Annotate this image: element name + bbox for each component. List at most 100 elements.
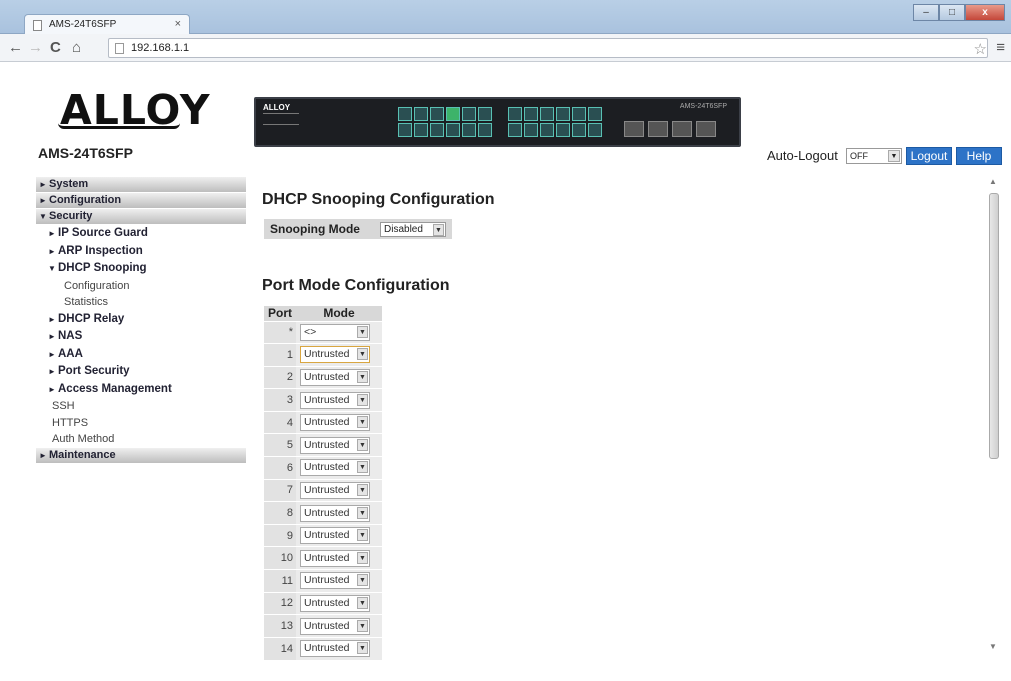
sidebar-item-https[interactable]: HTTPS (36, 415, 246, 432)
sidebar-item-ssh[interactable]: SSH (36, 398, 246, 415)
port-mode-select[interactable]: Untrusted ▼ (300, 504, 370, 522)
browser-menu-icon[interactable]: ≡ (996, 39, 1005, 56)
snooping-mode-select[interactable]: Disabled ▼ (380, 222, 446, 237)
maximize-button[interactable]: □ (939, 4, 965, 21)
alloy-logo: ALLOY (58, 89, 210, 131)
port-mode-cell: Untrusted ▼ (296, 591, 382, 615)
table-row: 10 Untrusted ▼ (264, 546, 382, 570)
port-mode-select[interactable]: Untrusted ▼ (300, 549, 370, 567)
url-bar[interactable]: 192.168.1.1 (108, 38, 988, 58)
sidebar-item-arp-inspection[interactable]: ► ARP Inspection (36, 243, 246, 261)
port-mode-cell: Untrusted ▼ (296, 456, 382, 480)
chevron-down-icon: ▼ (357, 642, 368, 655)
port-number: * (264, 320, 296, 344)
sidebar-item-security[interactable]: ▼ Security (36, 209, 246, 224)
port-mode-select[interactable]: <> ▼ (300, 323, 370, 341)
sidebar-item-ip-source-guard[interactable]: ► IP Source Guard (36, 225, 246, 243)
sidebar-item-dhcp-statistics[interactable]: Statistics (36, 294, 246, 311)
port-number: 1 (264, 343, 296, 367)
sidebar-item-maintenance[interactable]: ► Maintenance (36, 447, 246, 463)
help-button[interactable]: Help (956, 147, 1002, 165)
sidebar-item-configuration[interactable]: ► Configuration (36, 193, 246, 208)
switch-port (572, 123, 586, 137)
switch-port (414, 107, 428, 121)
switch-port (508, 107, 522, 121)
back-arrow-icon[interactable]: ← (8, 39, 23, 57)
sidebar-item-dhcp-configuration[interactable]: Configuration (36, 278, 246, 295)
sidebar-item-label: AAA (58, 347, 83, 360)
port-mode-title: Port Mode Configuration (262, 277, 450, 294)
sidebar-item-dhcp-relay[interactable]: ► DHCP Relay (36, 311, 246, 329)
table-row: 8 Untrusted ▼ (264, 501, 382, 525)
chevron-down-icon: ▼ (357, 438, 368, 451)
port-mode-select[interactable]: Untrusted ▼ (300, 391, 370, 409)
port-mode-select[interactable]: Untrusted ▼ (300, 368, 370, 386)
minimize-button[interactable]: – (913, 4, 939, 21)
sidebar-item-dhcp-snooping[interactable]: ▼ DHCP Snooping (36, 260, 246, 278)
sidebar-nav: ► System ► Configuration ▼ Security ► IP Sou… (36, 177, 246, 464)
port-mode-select[interactable]: Untrusted ▼ (300, 436, 370, 454)
chevron-down-icon: ▼ (433, 224, 444, 236)
sidebar-item-label: Security (49, 210, 93, 222)
port-mode-cell: Untrusted ▼ (296, 388, 382, 412)
port-mode-select[interactable]: Untrusted ▼ (300, 640, 370, 658)
port-mode-select[interactable]: Untrusted ▼ (300, 594, 370, 612)
forward-arrow-icon[interactable]: → (28, 39, 43, 57)
port-mode-select[interactable]: Untrusted ▼ (300, 572, 370, 590)
port-number: 6 (264, 456, 296, 480)
logout-button[interactable]: Logout (906, 147, 952, 165)
port-mode-value: Untrusted (304, 551, 350, 564)
port-table-body: * <> ▼ 1 Untrusted ▼ 2 Untrusted ▼ 3 Untrusted ▼ 4 Un… (264, 320, 382, 660)
sidebar-item-label: Port Security (58, 365, 130, 377)
sidebar-item-access-management[interactable]: ► Access Management (36, 381, 246, 399)
port-mode-select[interactable]: Untrusted ▼ (300, 481, 370, 499)
port-mode-select[interactable]: Untrusted ▼ (300, 617, 370, 635)
home-icon[interactable]: ⌂ (72, 39, 81, 57)
chevron-down-icon: ▼ (357, 416, 368, 429)
port-mode-cell: Untrusted ▼ (296, 546, 382, 570)
table-row: 11 Untrusted ▼ (264, 569, 382, 593)
sidebar-item-nas[interactable]: ► NAS (36, 328, 246, 346)
scroll-thumb[interactable] (989, 193, 999, 459)
port-number: 14 (264, 636, 296, 660)
browser-tab[interactable]: AMS-24T6SFP × (24, 14, 190, 35)
sidebar-item-aaa[interactable]: ► AAA (36, 346, 246, 364)
port-mode-select[interactable]: Untrusted ▼ (300, 527, 370, 545)
sidebar-item-auth-method[interactable]: Auth Method (36, 431, 246, 448)
port-mode-select[interactable]: Untrusted ▼ (300, 414, 370, 432)
page-scrollbar[interactable]: ▲ ▼ (987, 177, 1001, 651)
sidebar-item-label: System (49, 178, 89, 190)
snooping-mode-value: Disabled (384, 224, 423, 235)
bookmark-star-icon[interactable]: ☆ (974, 40, 987, 58)
port-mode-cell: Untrusted ▼ (296, 410, 382, 434)
port-mode-cell: Untrusted ▼ (296, 501, 382, 525)
table-row: 5 Untrusted ▼ (264, 433, 382, 457)
switch-port (398, 123, 412, 137)
triangle-right-icon: ► (48, 367, 56, 376)
switch-port (430, 123, 444, 137)
reload-icon[interactable]: C (50, 39, 61, 57)
chevron-down-icon: ▼ (357, 596, 368, 609)
logo-swoosh (58, 123, 180, 129)
switch-port (398, 107, 412, 121)
port-number: 4 (264, 410, 296, 434)
switch-port (524, 123, 538, 137)
port-column-header: Port (264, 306, 296, 321)
port-mode-value: Untrusted (304, 642, 350, 655)
device-model: AMS-24T6SFP (38, 145, 133, 161)
sidebar-item-system[interactable]: ► System (36, 177, 246, 192)
port-mode-select[interactable]: Untrusted ▼ (300, 459, 370, 477)
chevron-down-icon: ▼ (357, 506, 368, 519)
scroll-down-icon[interactable]: ▼ (989, 642, 997, 651)
close-tab-icon[interactable]: × (175, 18, 181, 30)
port-mode-cell: Untrusted ▼ (296, 523, 382, 547)
chevron-down-icon: ▼ (357, 348, 368, 361)
sidebar-item-port-security[interactable]: ► Port Security (36, 363, 246, 381)
port-mode-value: Untrusted (304, 370, 350, 383)
port-mode-select[interactable]: Untrusted ▼ (300, 346, 370, 364)
switch-port (588, 107, 602, 121)
scroll-up-icon[interactable]: ▲ (989, 177, 997, 186)
triangle-right-icon: ► (39, 450, 47, 460)
auto-logout-select[interactable]: OFF ▼ (846, 148, 902, 164)
close-window-button[interactable]: x (965, 4, 1005, 21)
